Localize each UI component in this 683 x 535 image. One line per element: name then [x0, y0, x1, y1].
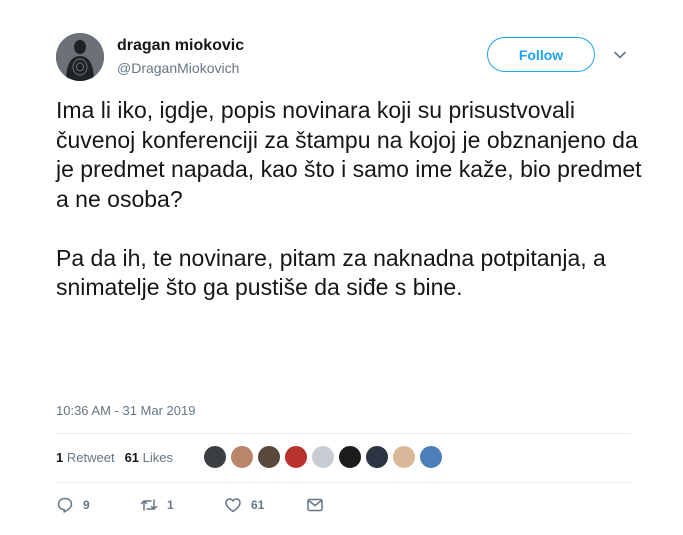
tweet-timestamp[interactable]: 10:36 AM - 31 Mar 2019: [56, 403, 195, 418]
liker-avatar[interactable]: [311, 445, 335, 469]
liker-avatar[interactable]: [392, 445, 416, 469]
engagement-stats: 1 Retweet 61 Likes: [56, 450, 183, 465]
retweet-count: 1: [167, 498, 174, 512]
liker-avatar[interactable]: [203, 445, 227, 469]
retweet-count: 1: [56, 450, 64, 465]
divider: [56, 433, 631, 434]
follow-button[interactable]: Follow: [487, 37, 595, 72]
like-button[interactable]: 61: [224, 496, 306, 514]
target-silhouette-icon: [56, 33, 104, 81]
liker-avatar[interactable]: [284, 445, 308, 469]
tweet-paragraph: Ima li iko, igdje, popis novinara koji s…: [56, 97, 642, 212]
liker-avatars: [203, 445, 446, 469]
liker-avatar[interactable]: [257, 445, 281, 469]
liker-avatar[interactable]: [419, 445, 443, 469]
author-avatar[interactable]: [56, 33, 104, 81]
retweet-icon: [140, 499, 158, 511]
liker-avatar[interactable]: [365, 445, 389, 469]
likes-count: 61: [124, 450, 140, 465]
reply-button[interactable]: 9: [56, 496, 140, 514]
reply-icon: [57, 497, 73, 513]
like-count: 61: [251, 498, 265, 512]
tweet-text: Ima li iko, igdje, popis novinara koji s…: [56, 96, 656, 303]
retweet-button[interactable]: 1: [140, 496, 224, 514]
author-name[interactable]: dragan miokovic: [117, 37, 244, 55]
liker-avatar[interactable]: [338, 445, 362, 469]
heart-icon: [225, 498, 241, 513]
reply-count: 9: [83, 498, 90, 512]
author-handle[interactable]: @DraganMiokovich: [117, 60, 239, 76]
divider: [56, 482, 631, 483]
tweet-paragraph: Pa da ih, te novinare, pitam za naknadna…: [56, 244, 606, 301]
liker-avatar[interactable]: [230, 445, 254, 469]
retweet-stat[interactable]: 1 Retweet: [56, 450, 115, 465]
chevron-down-icon[interactable]: [613, 48, 627, 62]
retweet-label: Retweet: [66, 450, 115, 465]
likes-stat[interactable]: 61 Likes: [125, 450, 173, 465]
envelope-icon: [307, 498, 323, 512]
direct-message-button[interactable]: [306, 496, 324, 514]
tweet-actions: 9 1 61: [56, 496, 324, 514]
likes-label: Likes: [142, 450, 174, 465]
